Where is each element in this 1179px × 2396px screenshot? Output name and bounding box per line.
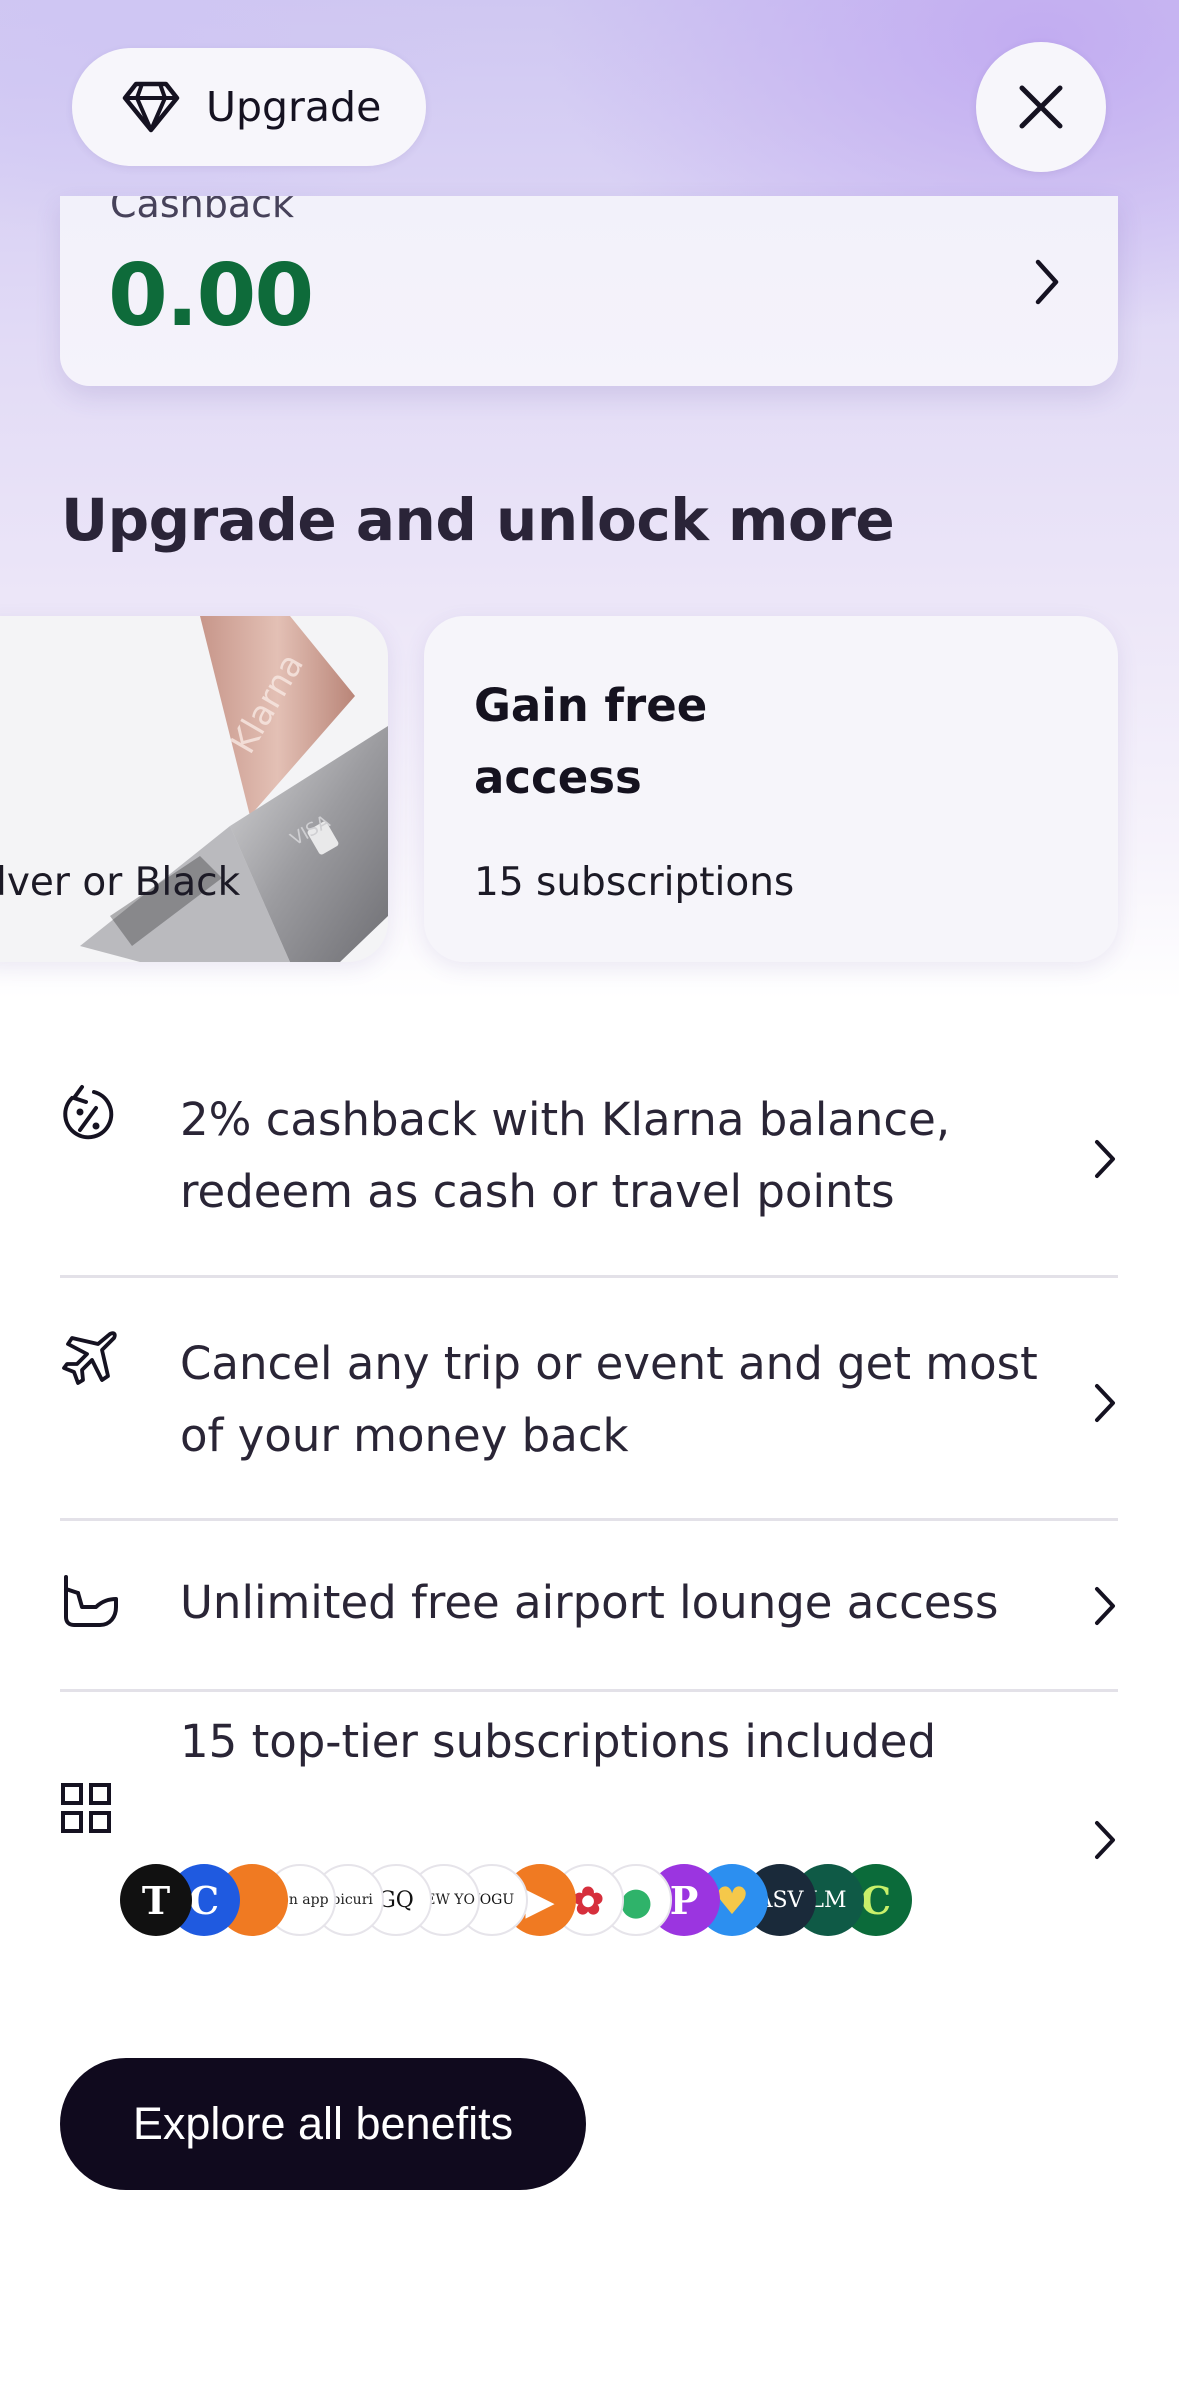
klarna-card-image: Klarna VISA	[80, 616, 388, 962]
chevron-right-icon	[1095, 1821, 1115, 1859]
promo-card-metal[interactable]: Klarna VISA lver or Black	[0, 616, 388, 962]
close-icon	[1019, 85, 1063, 129]
benefit-text: 2% cashback with Klarna balance, redeem …	[180, 1093, 951, 1218]
upgrade-label: Upgrade	[206, 83, 382, 131]
benefit-row-subscriptions[interactable]: 15 top-tier subscriptions included	[60, 1692, 1118, 1982]
close-button[interactable]	[976, 42, 1106, 172]
diamond-icon	[122, 81, 180, 133]
benefit-row-cashback[interactable]: 2% cashback with Klarna balance, redeem …	[60, 1060, 1118, 1278]
benefit-text: Unlimited free airport lounge access	[180, 1576, 999, 1629]
nyt-logo: T	[120, 1864, 192, 1936]
cashback-value: 0.00	[108, 246, 314, 346]
chevron-right-icon	[1035, 259, 1059, 305]
subscription-logo-strip: T Cbon app epicuri GQ NEW YO VOGU ▶ ✿ ● P ♥ ASV LM C	[120, 1864, 920, 1936]
upgrade-button[interactable]: Upgrade	[72, 48, 426, 166]
benefit-text: Cancel any trip or event and get most of…	[180, 1337, 1038, 1462]
card-caption: lver or Black	[0, 860, 241, 905]
card-subtitle: 15 subscriptions	[474, 860, 795, 905]
cashback-percent-icon	[63, 1085, 114, 1140]
chevron-right-icon	[1095, 1384, 1115, 1422]
benefit-row-lounge[interactable]: Unlimited free airport lounge access	[60, 1521, 1118, 1692]
lounge-chair-icon	[64, 1575, 118, 1627]
benefit-text: 15 top-tier subscriptions included	[180, 1715, 937, 1768]
card-title: Gain free access	[474, 679, 708, 804]
benefit-row-cancel-trip[interactable]: Cancel any trip or event and get most of…	[60, 1278, 1118, 1521]
cashback-label: Cashback	[110, 196, 295, 226]
chevron-right-icon	[1095, 1587, 1115, 1625]
promo-card-subscriptions[interactable]: Gain free access 15 subscriptions	[424, 616, 1118, 962]
grid-icon	[61, 1783, 111, 1833]
cashback-card[interactable]: Cashback 0.00	[60, 196, 1118, 386]
section-title: Upgrade and unlock more	[61, 486, 895, 554]
chevron-right-icon	[1095, 1140, 1115, 1178]
explore-all-benefits-button[interactable]: Explore all benefits	[60, 2058, 586, 2190]
airplane-icon	[62, 1331, 117, 1385]
